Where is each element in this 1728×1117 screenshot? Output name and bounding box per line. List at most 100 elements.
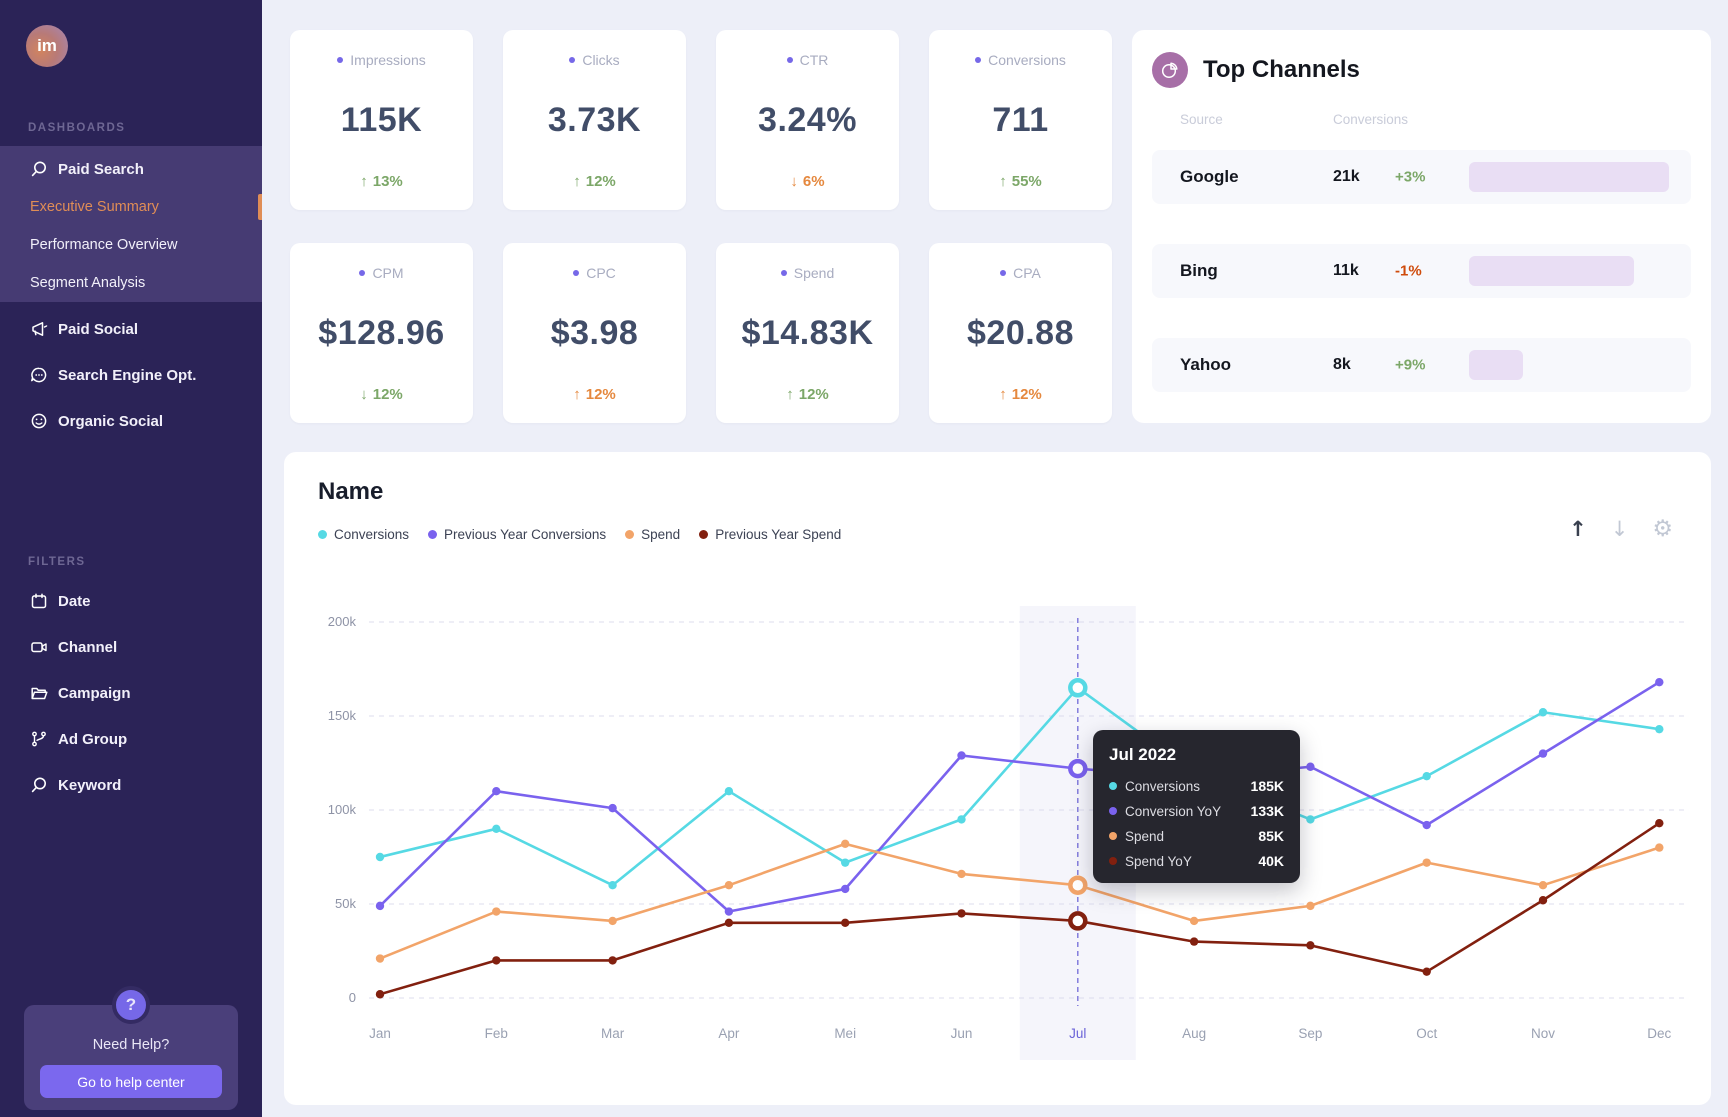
channel-name: Yahoo — [1180, 355, 1232, 374]
kpi-label: Spend — [780, 265, 834, 281]
sidebar-item-label: Paid Social — [58, 320, 139, 338]
kpi-value: 115K — [340, 101, 423, 139]
sidebar-item-search-engine-opt[interactable]: Search Engine Opt. — [0, 356, 262, 394]
kpi-value: $20.88 — [967, 314, 1074, 352]
filters-section-label: FILTERS — [28, 556, 86, 568]
trend-arrow-icon: ↑ — [999, 386, 1007, 403]
legend-item-previous-year-spend[interactable]: Previous Year Spend — [699, 527, 841, 542]
sidebar: im DASHBOARDS Paid Search Executive Summ… — [0, 0, 262, 1117]
bullet-dot-icon — [337, 57, 344, 63]
trend-arrow-icon: ↑ — [573, 173, 581, 190]
channel-conversions: 11k — [1333, 262, 1359, 279]
line-chart[interactable]: 0 50k 100k 150k 200k Jan Feb Mar Apr Mei Jun Jul Aug… — [284, 560, 1711, 1105]
sidebar-item-label: Performance Overview — [30, 237, 178, 253]
channel-conversions: 21k — [1333, 168, 1360, 185]
kpi-delta: ↑ 12% — [573, 173, 616, 190]
svg-text:Oct: Oct — [1416, 1026, 1437, 1041]
app-logo[interactable]: im — [26, 25, 68, 67]
filter-item-channel[interactable]: Channel — [0, 628, 262, 666]
bullet-dot-icon — [780, 270, 787, 276]
help-title: Need Help? — [92, 1037, 170, 1053]
channel-bar — [1469, 256, 1634, 286]
sidebar-item-label: Search Engine Opt. — [58, 366, 197, 384]
svg-text:Mar: Mar — [601, 1026, 625, 1041]
chart-toolbar: ↑ ↓ ⚙ — [1569, 518, 1673, 541]
svg-text:0: 0 — [349, 990, 356, 1005]
table-row-google[interactable]: Google 21k +3% — [1152, 150, 1691, 204]
sort-down-icon[interactable]: ↓ — [1611, 519, 1629, 540]
svg-text:Dec: Dec — [1647, 1026, 1671, 1041]
panel-title: Top Channels — [1203, 56, 1360, 83]
filter-item-date[interactable]: Date — [0, 582, 262, 620]
sidebar-item-executive-summary[interactable]: Executive Summary — [0, 188, 262, 226]
smiley-icon — [31, 413, 47, 429]
sidebar-item-performance-overview[interactable]: Performance Overview — [0, 226, 262, 264]
svg-text:Nov: Nov — [1531, 1026, 1555, 1041]
svg-text:Sep: Sep — [1298, 1026, 1322, 1041]
svg-text:Aug: Aug — [1182, 1026, 1206, 1041]
kpi-delta: ↓ 6% — [790, 173, 825, 190]
svg-text:100k: 100k — [328, 802, 357, 817]
filter-item-keyword[interactable]: Keyword — [0, 766, 262, 804]
kpi-label: CPA — [1000, 265, 1041, 281]
kpi-card-clicks: Clicks 3.73K ↑ 12% — [503, 30, 686, 210]
kpi-value: $128.96 — [318, 314, 445, 352]
sort-up-icon[interactable]: ↑ — [1569, 519, 1587, 540]
sidebar-item-organic-social[interactable]: Organic Social — [0, 402, 262, 440]
kpi-card-cpc: CPC $3.98 ↑ 12% — [503, 243, 686, 423]
top-channels-header: Top Channels — [1152, 52, 1691, 88]
table-row-yahoo[interactable]: Yahoo 8k +9% — [1152, 338, 1691, 392]
kpi-label: Clicks — [569, 52, 620, 68]
help-badge-text: ? — [125, 995, 137, 1014]
bullet-dot-icon — [359, 270, 366, 276]
tooltip-title: Jul 2022 — [1109, 745, 1177, 764]
kpi-card-cpm: CPM $128.96 ↓ 12% — [290, 243, 473, 423]
help-center-button[interactable]: Go to help center — [40, 1065, 222, 1098]
question-mark-icon: ? — [112, 986, 150, 1024]
filter-item-campaign[interactable]: Campaign — [0, 674, 262, 712]
sidebar-item-label: Executive Summary — [30, 199, 159, 215]
kpi-card-conversions: Conversions 711 ↑ 55% — [929, 30, 1112, 210]
table-row-bing[interactable]: Bing 11k -1% — [1152, 244, 1691, 298]
folder-open-icon — [31, 687, 48, 700]
kpi-value: 711 — [992, 101, 1049, 139]
channel-delta: -1% — [1395, 262, 1422, 280]
kpi-value: 3.24% — [758, 101, 857, 139]
trend-arrow-icon: ↑ — [573, 386, 581, 403]
table-header: Source Conversions — [1152, 112, 1691, 128]
gear-icon[interactable]: ⚙ — [1652, 518, 1673, 541]
dashboards-section-label: DASHBOARDS — [28, 122, 126, 134]
channel-conversions: 8k — [1333, 356, 1351, 373]
legend-item-previous-year-conversions[interactable]: Previous Year Conversions — [428, 527, 606, 542]
channel-bar — [1469, 350, 1523, 380]
svg-text:Jun: Jun — [951, 1026, 973, 1041]
sidebar-item-label: Paid Search — [58, 160, 144, 178]
sidebar-item-label: Organic Social — [58, 412, 164, 430]
legend-item-conversions[interactable]: Conversions — [318, 527, 409, 542]
kpi-delta: ↓ 12% — [360, 386, 403, 403]
kpi-label: CPC — [573, 265, 616, 281]
bullet-dot-icon — [975, 57, 982, 63]
kpi-label: Impressions — [337, 52, 426, 68]
branch-icon — [32, 731, 46, 747]
sidebar-item-paid-search[interactable]: Paid Search — [0, 150, 262, 188]
bullet-dot-icon — [573, 270, 580, 276]
svg-text:200k: 200k — [328, 614, 357, 629]
megaphone-icon — [32, 322, 48, 336]
svg-text:50k: 50k — [335, 896, 356, 911]
tooltip-row: Conversions 185K — [1109, 778, 1284, 794]
series-dot-icon — [1109, 832, 1117, 840]
active-indicator — [258, 194, 262, 220]
trend-arrow-icon: ↓ — [360, 386, 368, 403]
filter-item-ad-group[interactable]: Ad Group — [0, 720, 262, 758]
search-icon — [31, 777, 46, 793]
legend-item-spend[interactable]: Spend — [625, 527, 680, 542]
svg-text:Jul: Jul — [1069, 1026, 1086, 1041]
sidebar-item-segment-analysis[interactable]: Segment Analysis — [0, 264, 262, 302]
legend-dot-icon — [428, 530, 438, 539]
sidebar-item-paid-social[interactable]: Paid Social — [0, 310, 262, 348]
column-header-source: Source — [1180, 112, 1223, 127]
series-dot-icon — [1109, 782, 1117, 790]
series-dot-icon — [1109, 857, 1117, 865]
kpi-delta: ↑ 55% — [999, 173, 1042, 190]
